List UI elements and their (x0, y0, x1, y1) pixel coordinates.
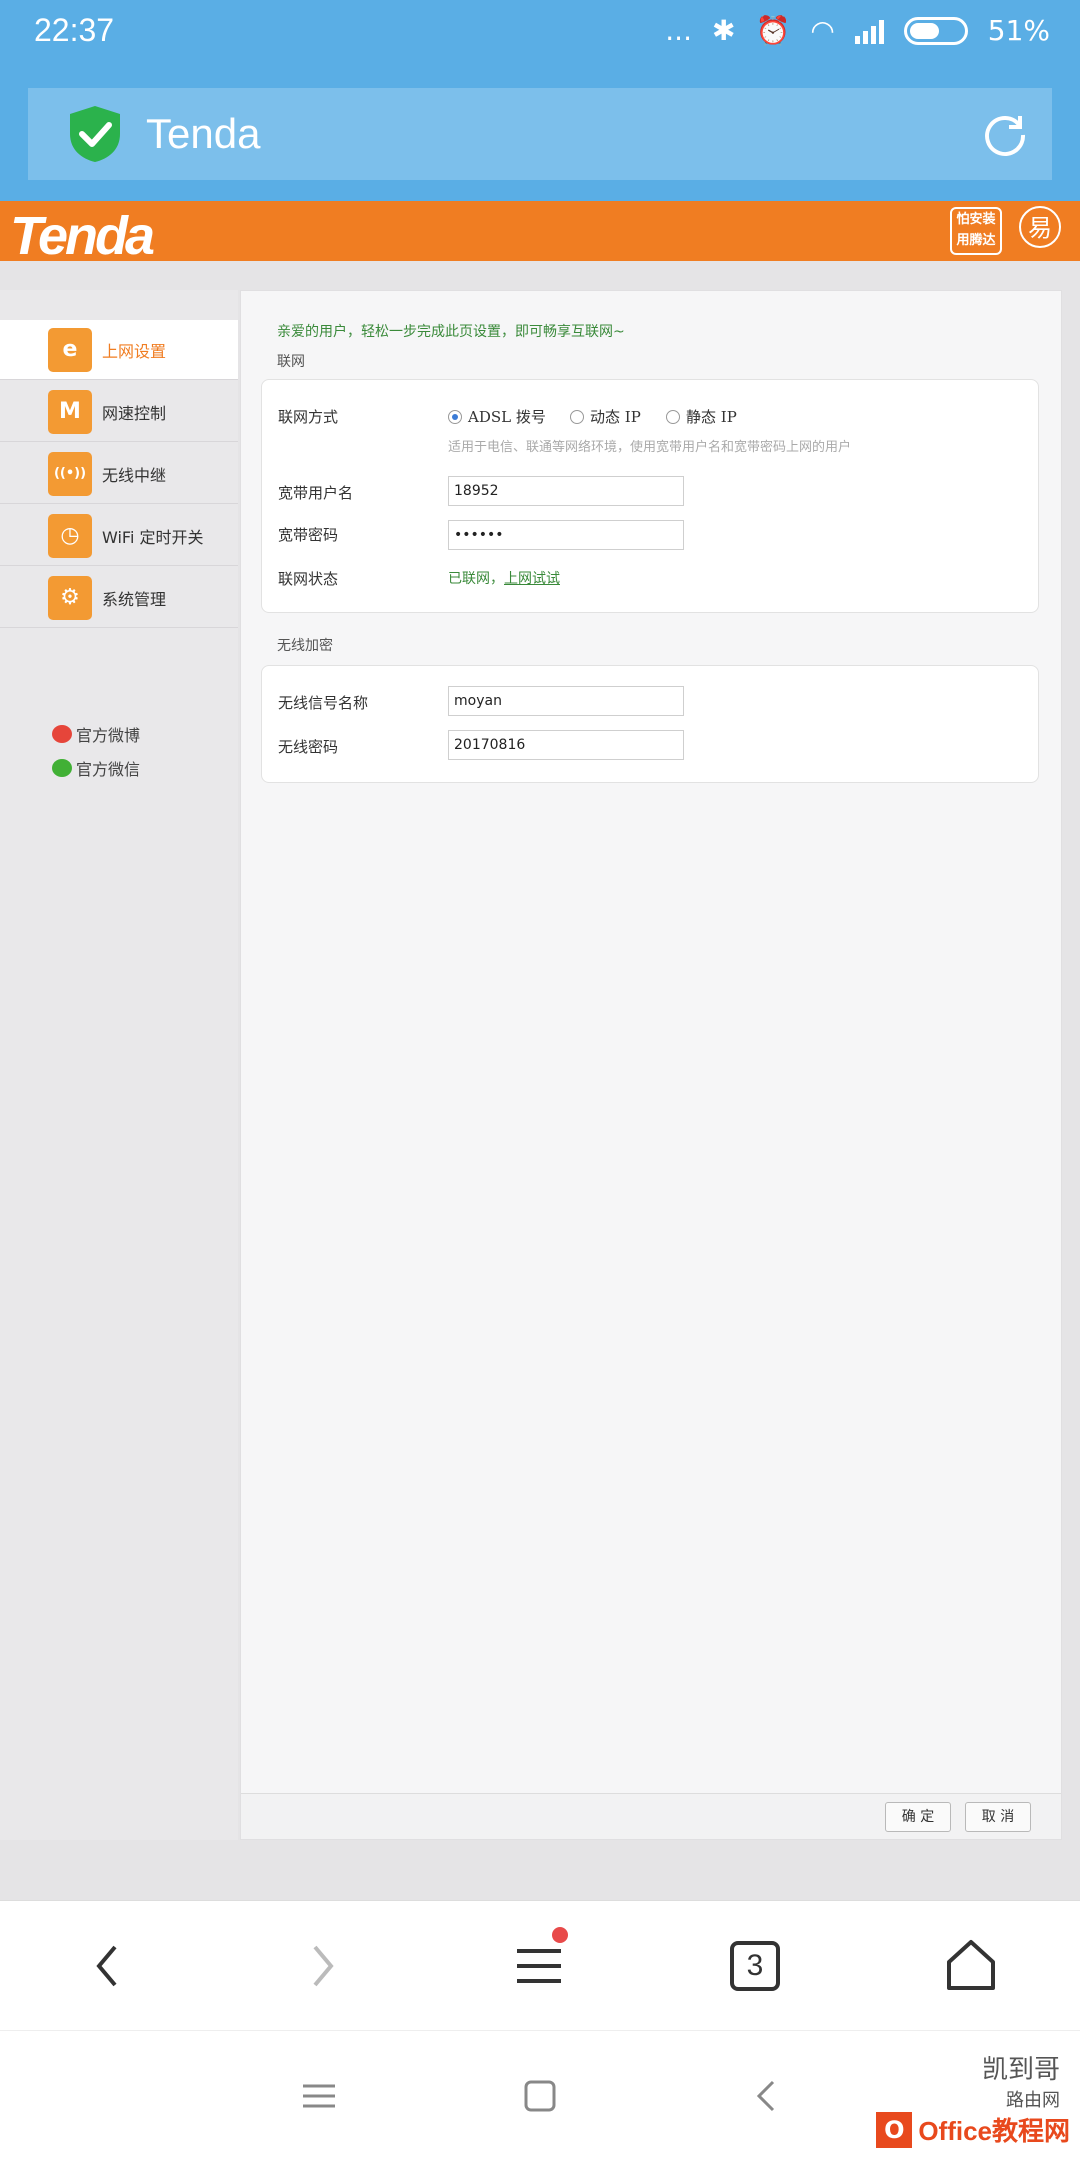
sidebar-item-speed-control[interactable]: M 网速控制 (0, 382, 238, 442)
sidebar-item-wireless-relay[interactable]: ((•)) 无线中继 (0, 444, 238, 504)
notification-dot (552, 1927, 568, 1943)
wifi-password-label: 无线密码 (278, 738, 339, 756)
radio-adsl-button[interactable] (448, 409, 462, 424)
back-button[interactable] (62, 1921, 152, 2011)
status-icons: ... ✱ ⏰ ◠ 51% (665, 14, 1050, 47)
antenna-icon: ((•)) (48, 451, 92, 496)
weibo-icon (52, 725, 72, 743)
speed-icon: M (48, 389, 92, 434)
watermark-text: 凯到哥 路由网 (981, 2055, 1060, 2111)
wan-section-title: 联网 (277, 354, 305, 370)
sidebar-item-label: 无线中继 (102, 465, 167, 485)
address-bar[interactable]: Tenda (28, 88, 1052, 180)
wifi-section-title: 无线加密 (277, 638, 333, 654)
tabs-button[interactable]: 3 (710, 1921, 800, 2011)
gear-icon: ⚙ (48, 575, 92, 620)
page-title: Tenda (146, 110, 261, 157)
weibo-link[interactable]: 官方微博 (52, 722, 140, 746)
wifi-settings-box: 无线信号名称 moyan 无线密码 20170816 (261, 665, 1039, 783)
radio-static-button[interactable] (666, 409, 680, 424)
bluetooth-icon: ✱ (711, 14, 736, 47)
form-footer: 确 定 取 消 (241, 1793, 1061, 1839)
sidebar-item-internet-settings[interactable]: e 上网设置 (0, 320, 238, 380)
clock: 22:37 (34, 12, 115, 48)
tab-count: 3 (730, 1941, 780, 1991)
signal-icon (854, 18, 884, 44)
sidebar-item-label: WiFi 定时开关 (102, 527, 204, 547)
forward-button[interactable] (278, 1921, 368, 2011)
menu-button[interactable] (494, 1921, 584, 2011)
username-field[interactable]: 18952 (448, 476, 684, 506)
wan-settings-box: 联网方式 ADSL 拨号 动态 IP 静态 IP 适用于电信、联通等网络环境，使… (261, 379, 1039, 613)
ssid-field[interactable]: moyan (448, 686, 684, 716)
welcome-text: 亲爱的用户，轻松一步完成此页设置，即可畅享互联网~ (277, 324, 625, 340)
sidebar-item-label: 上网设置 (102, 341, 167, 361)
chevron-left-icon (96, 1945, 117, 1987)
wechat-link[interactable]: 官方微信 (52, 756, 140, 780)
square-icon (524, 2080, 556, 2112)
battery-percent: 51% (987, 14, 1050, 47)
sidebar-item-wifi-timer[interactable]: ◷ WiFi 定时开关 (0, 506, 238, 566)
home-icon (947, 1940, 995, 1990)
home-nav-button[interactable] (515, 2071, 565, 2121)
more-dots-icon: ... (665, 14, 692, 47)
sidebar: e 上网设置 M 网速控制 ((•)) 无线中继 ◷ WiFi 定时开关 ⚙ 系… (0, 290, 238, 1840)
username-label: 宽带用户名 (278, 484, 354, 502)
slogan-badge: 怕安装 用腾达 (950, 207, 1002, 255)
sidebar-item-label: 网速控制 (102, 403, 167, 423)
radio-dhcp[interactable]: 动态 IP (570, 406, 641, 427)
radio-adsl[interactable]: ADSL 拨号 (448, 406, 546, 427)
office-watermark: O Office教程网 (876, 2111, 1070, 2148)
ie-icon: e (48, 327, 92, 372)
recents-icon (303, 2084, 335, 2108)
chevron-right-icon (313, 1945, 334, 1987)
wifi-icon: ◠ (810, 14, 835, 47)
easy-setup-logo: 易 (1019, 206, 1061, 248)
connection-status-label: 联网状态 (278, 570, 339, 588)
tenda-logo: Tenda (10, 206, 155, 266)
radio-dhcp-button[interactable] (570, 409, 584, 424)
security-shield-icon (70, 106, 120, 162)
wan-mode-label: 联网方式 (278, 408, 339, 426)
cancel-button[interactable]: 取 消 (965, 1802, 1031, 1832)
status-bar: 22:37 ... ✱ ⏰ ◠ 51% (0, 0, 1080, 68)
wifi-password-field[interactable]: 20170816 (448, 730, 684, 760)
wan-mode-hint: 适用于电信、联通等网络环境，使用宽带用户名和宽带密码上网的用户 (448, 440, 852, 455)
password-field[interactable]: •••••• (448, 520, 684, 550)
radio-static[interactable]: 静态 IP (666, 406, 737, 427)
back-nav-button[interactable] (742, 2071, 792, 2121)
back-arrow-icon (756, 2080, 775, 2112)
reload-icon[interactable] (980, 110, 1030, 160)
password-label: 宽带密码 (278, 526, 339, 544)
sidebar-item-system-management[interactable]: ⚙ 系统管理 (0, 568, 238, 628)
recents-button[interactable] (294, 2071, 344, 2121)
battery-icon (903, 16, 968, 45)
office-logo-icon: O (876, 2111, 913, 2148)
browser-header: Tenda (0, 68, 1080, 201)
browser-toolbar: 3 (0, 1900, 1080, 2030)
router-header: Tenda 怕安装 用腾达 易 (0, 201, 1080, 266)
connection-status: 已联网，上网试试 (448, 571, 560, 587)
sidebar-item-label: 系统管理 (102, 589, 167, 609)
main-panel: 亲爱的用户，轻松一步完成此页设置，即可畅享互联网~ 联网 联网方式 ADSL 拨… (240, 290, 1062, 1840)
try-internet-link[interactable]: 上网试试 (504, 571, 560, 587)
system-nav-bar: 凯到哥 路由网 O Office教程网 (0, 2030, 1080, 2160)
wechat-icon (52, 759, 72, 777)
ok-button[interactable]: 确 定 (885, 1802, 951, 1832)
ssid-label: 无线信号名称 (278, 694, 369, 712)
alarm-icon: ⏰ (755, 14, 791, 47)
home-button[interactable] (926, 1921, 1016, 2011)
svg-text:易: 易 (1028, 214, 1052, 242)
menu-icon (517, 1949, 561, 1983)
clock-icon: ◷ (48, 513, 92, 558)
